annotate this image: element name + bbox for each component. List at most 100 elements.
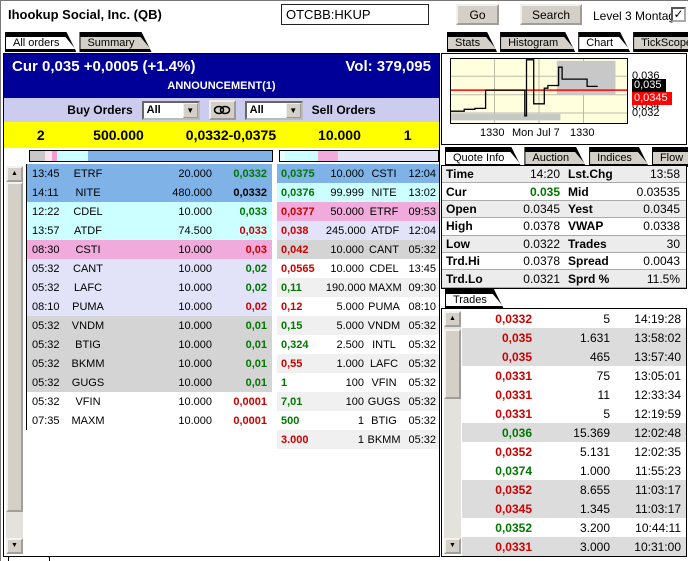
chevron-down-icon[interactable]: ▼ (182, 102, 198, 118)
trade-price: 0,0352 (495, 444, 532, 459)
order-size: 190.000 (325, 281, 366, 294)
trade-size: 465 (589, 349, 610, 364)
order-time: 09:30 (408, 281, 436, 294)
order-price: 0,0565 (281, 262, 315, 275)
chevron-down-icon[interactable]: ▼ (285, 102, 301, 118)
tab-label: Chart (579, 37, 629, 49)
sell-order-row: 3.000 1 BKMM 05:32 (277, 430, 439, 449)
trade-size: 1.345 (579, 501, 610, 516)
order-size: 10.000 (178, 300, 212, 313)
quote-tab[interactable]: Quote Info (445, 147, 521, 167)
trades-scrollbar[interactable]: ▲ ▼ (444, 311, 461, 554)
order-size: 10.000 (330, 243, 364, 256)
trades-tab[interactable]: Trades (445, 289, 504, 309)
buy-filter-select[interactable]: All ▼ (141, 100, 200, 120)
quote-tab[interactable]: Indices (589, 147, 649, 167)
quote-value: 0.0322 (523, 236, 560, 251)
order-price: 0,033 (239, 205, 267, 218)
order-mmid: ETRF (73, 167, 103, 180)
order-size: 245.000 (325, 224, 366, 237)
scroll-up-icon[interactable]: ▲ (6, 166, 23, 182)
order-price: 0,02 (245, 300, 267, 313)
buy-order-row: 05:32 VNDM 10.000 0,01 (27, 316, 272, 335)
symbol-input[interactable] (281, 4, 429, 25)
scrollbar-thumb[interactable] (444, 329, 461, 399)
tab-label: Quote Info (446, 152, 520, 164)
order-time: 13:45 (32, 167, 60, 180)
quote-value: 0.0338 (643, 219, 680, 234)
order-mmid: CANT (73, 262, 103, 275)
order-mmid: ATDF (74, 224, 102, 237)
level3-montage-label: Level 3 Montage (593, 9, 682, 23)
analysis-tab[interactable]: Stats (447, 32, 497, 52)
sell-order-row: 0,11 190.000 MAXM 09:30 (277, 278, 439, 297)
orderbook-tab[interactable]: Summary (79, 32, 151, 52)
order-mmid: BKMM (367, 433, 401, 446)
order-time: 05:32 (408, 357, 436, 370)
analysis-tab[interactable]: Chart (578, 32, 630, 52)
order-size: 10.000 (178, 319, 212, 332)
trade-time: 13:57:40 (634, 349, 681, 364)
order-price: 0,0001 (233, 395, 267, 408)
trade-row: 0,0331 5 12:19:59 (462, 404, 686, 423)
chain-link-icon (213, 105, 231, 115)
book-scrollbar[interactable]: ▲ ▼ (6, 166, 23, 554)
order-time: 12:04 (408, 224, 436, 237)
order-price: 0,55 (281, 357, 303, 370)
sell-order-row: 0,0565 10.000 CDEL 13:45 (277, 259, 439, 278)
announcement-link[interactable]: ANNOUNCEMENT(1) (4, 80, 439, 92)
scroll-down-icon[interactable]: ▼ (6, 538, 23, 554)
montage-panel: Cur 0,035 +0,0005 (+1.4%) Vol: 379,095 A… (3, 53, 440, 557)
order-size: 2.500 (336, 338, 364, 351)
orderbook-tab[interactable]: All orders (5, 32, 76, 52)
sell-filter-select[interactable]: All ▼ (244, 100, 303, 120)
quote-label: High (446, 219, 473, 234)
order-price: 0,324 (281, 338, 309, 351)
trade-price: 0,0352 (495, 482, 532, 497)
trade-price: 0,0331 (495, 539, 532, 554)
sell-order-row: 0,042 10.000 CANT 05:32 (277, 240, 439, 259)
sell-order-row: 0,038 245.000 ATDF 12:04 (277, 221, 439, 240)
go-button[interactable]: Go (456, 4, 499, 25)
quote-label: Trades (568, 236, 607, 251)
order-price: 500 (281, 414, 300, 427)
order-price: 0,02 (245, 281, 267, 294)
quote-value: 0.0378 (523, 254, 560, 269)
quote-value: 0.0043 (643, 254, 680, 269)
trade-size: 11 (597, 387, 610, 402)
buy-order-row: 14:11 NITE 480.000 0,0332 (27, 183, 272, 202)
order-filter-row: Buy Orders All ▼ All ▼ Sell Orders (4, 98, 439, 122)
best-bid-offer-row: 2 500.000 0,0332-0,0375 10.000 1 (4, 122, 439, 148)
order-mmid: VNDM (71, 319, 105, 332)
sell-orders-table: 0,0375 10.000 CSTI 12:04 0,0376 99.999 N… (277, 164, 439, 449)
order-price: 0,033 (239, 224, 267, 237)
quote-label: Cur (446, 184, 467, 199)
buy-order-row: 05:32 VFIN 10.000 0,0001 (27, 392, 272, 411)
trade-time: 12:02:35 (634, 444, 681, 459)
level3-checkbox[interactable]: ✓ (671, 7, 686, 22)
order-mmid: BTIG (75, 338, 101, 351)
order-mmid: CDEL (73, 205, 103, 218)
scroll-up-icon[interactable]: ▲ (444, 311, 461, 327)
trade-time: 11:03:17 (635, 501, 681, 516)
scrollbar-thumb[interactable] (6, 182, 23, 512)
search-button[interactable]: Search (520, 4, 582, 25)
order-time: 07:35 (32, 414, 60, 427)
bid-depth-bar (29, 150, 273, 162)
quote-value: 0.035 (529, 184, 560, 199)
analysis-tab[interactable]: TickScope (633, 32, 688, 52)
trade-row: 0,035 1.631 13:58:02 (462, 328, 686, 347)
sell-order-row: 500 1 BTIG 05:32 (277, 411, 439, 430)
scroll-down-icon[interactable]: ▼ (444, 538, 461, 554)
clipped-bottom-tab (8, 556, 50, 561)
analysis-tab[interactable]: Histogram (500, 32, 575, 52)
ask-mmid-count: 1 (403, 127, 412, 143)
quote-tab[interactable]: Auction (524, 147, 586, 167)
order-book: ▲ ▼ 13:45 ETRF 20.000 0,0332 14:11 NITE … (4, 164, 439, 556)
buy-order-row: 08:10 PUMA 10.000 0,02 (27, 297, 272, 316)
order-time: 05:32 (408, 414, 436, 427)
link-filters-button[interactable] (208, 100, 236, 120)
quote-tab[interactable]: Flow (652, 147, 688, 167)
order-size: 10.000 (178, 357, 212, 370)
volume-line: Vol: 379,095 (345, 58, 431, 75)
